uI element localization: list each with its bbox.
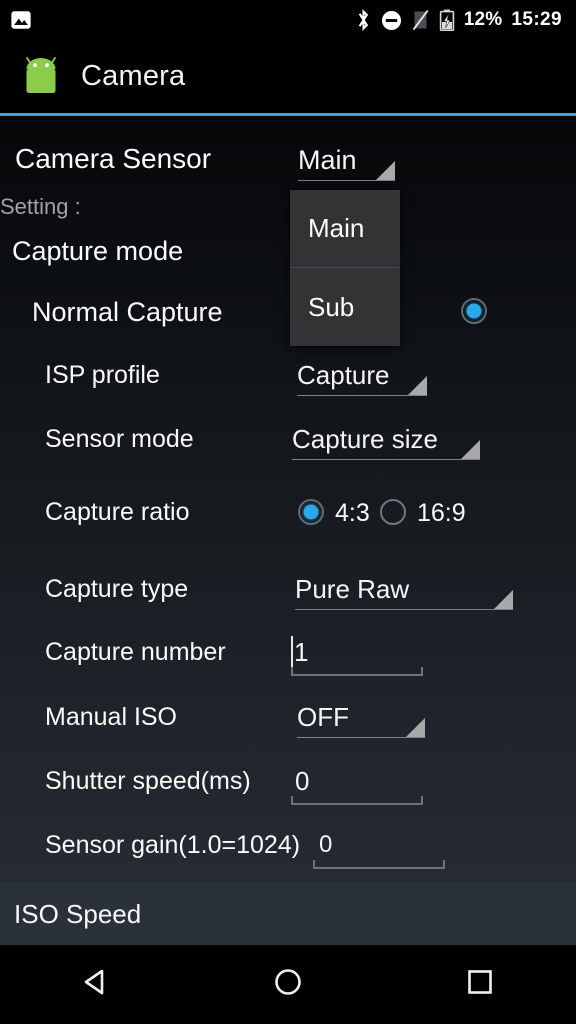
input-underline xyxy=(291,796,423,805)
signal-off-icon xyxy=(411,9,430,31)
nav-recents-button[interactable] xyxy=(435,945,525,1024)
app-bar: Camera xyxy=(0,40,576,113)
shutter-speed-label: Shutter speed(ms) xyxy=(45,767,251,795)
normal-capture-radio[interactable] xyxy=(461,298,487,324)
android-navigation-bar xyxy=(0,945,576,1024)
manual-iso-label: Manual ISO xyxy=(45,703,178,731)
manual-iso-spinner[interactable]: OFF xyxy=(297,702,425,738)
capture-type-label: Capture type xyxy=(45,575,189,603)
capture-number-input[interactable]: 1 xyxy=(291,636,423,676)
recents-square-icon xyxy=(464,966,496,1003)
camera-sensor-label: Camera Sensor xyxy=(15,143,212,174)
spinner-underline xyxy=(297,395,427,396)
home-circle-icon xyxy=(272,966,304,1003)
normal-capture-label: Normal Capture xyxy=(32,297,223,327)
capture-ratio-option-16-9[interactable]: 16:9 xyxy=(417,499,466,528)
spinner-underline xyxy=(298,180,395,181)
shutter-speed-input[interactable]: 0 xyxy=(291,765,423,805)
camera-sensor-dropdown-menu[interactable]: Main Sub xyxy=(290,190,400,346)
chevron-down-icon xyxy=(406,718,425,737)
nav-home-button[interactable] xyxy=(243,945,333,1024)
capture-ratio-option-4-3[interactable]: 4:3 xyxy=(335,499,370,528)
iso-speed-section[interactable]: ISO Speed xyxy=(0,883,576,945)
sensor-gain-input[interactable]: 0 xyxy=(313,829,445,869)
capture-number-value: 1 xyxy=(294,637,309,667)
spinner-underline xyxy=(292,459,480,460)
status-bar-clock: 15:29 xyxy=(511,9,562,30)
input-underline xyxy=(291,667,423,676)
chevron-down-icon xyxy=(408,376,427,395)
back-triangle-icon xyxy=(80,966,112,1003)
do-not-disturb-icon xyxy=(381,10,402,31)
isp-profile-spinner[interactable]: Capture xyxy=(297,360,427,396)
capture-number-label: Capture number xyxy=(45,638,226,666)
dropdown-option-sub[interactable]: Sub xyxy=(290,268,400,346)
dropdown-option-label: Main xyxy=(308,213,365,243)
status-bar-system-icons: 12% 15:29 xyxy=(355,9,576,31)
capture-ratio-radio-4-3[interactable] xyxy=(298,499,324,525)
nav-back-button[interactable] xyxy=(51,945,141,1024)
capture-ratio-radio-16-9[interactable] xyxy=(380,499,406,525)
capture-type-spinner[interactable]: Pure Raw xyxy=(295,574,513,610)
capture-mode-label: Capture mode xyxy=(12,236,184,266)
chevron-down-icon xyxy=(376,161,395,180)
status-bar: 12% 15:29 xyxy=(0,0,576,40)
iso-speed-label: ISO Speed xyxy=(14,898,142,929)
settings-content: Camera Sensor Main Setting : Capture mod… xyxy=(0,116,576,883)
dropdown-option-label: Sub xyxy=(308,291,355,322)
sensor-mode-value: Capture size xyxy=(292,424,438,454)
text-caret xyxy=(291,636,293,670)
capture-type-value: Pure Raw xyxy=(295,574,410,604)
sensor-mode-spinner[interactable]: Capture size xyxy=(292,424,480,460)
sensor-gain-label: Sensor gain(1.0=1024) xyxy=(45,831,301,859)
sensor-mode-label: Sensor mode xyxy=(45,425,194,453)
spinner-underline xyxy=(297,737,425,738)
chevron-down-icon xyxy=(461,440,480,459)
capture-ratio-label: Capture ratio xyxy=(45,498,190,526)
photo-icon xyxy=(10,9,32,31)
battery-percent: 12% xyxy=(463,9,503,30)
shutter-speed-value: 0 xyxy=(295,766,310,796)
sensor-gain-value: 0 xyxy=(319,831,333,858)
battery-charging-icon xyxy=(439,9,455,31)
chevron-down-icon xyxy=(494,590,513,609)
input-underline xyxy=(313,860,445,869)
setting-group-label: Setting : xyxy=(0,194,81,219)
page-title: Camera xyxy=(81,60,186,92)
android-robot-icon xyxy=(20,55,62,99)
isp-profile-label: ISP profile xyxy=(45,361,160,389)
camera-sensor-spinner[interactable]: Main xyxy=(298,145,395,181)
bluetooth-icon xyxy=(355,9,372,31)
status-bar-notifications xyxy=(0,9,32,31)
dropdown-option-main[interactable]: Main xyxy=(290,190,400,267)
spinner-underline xyxy=(295,609,513,610)
